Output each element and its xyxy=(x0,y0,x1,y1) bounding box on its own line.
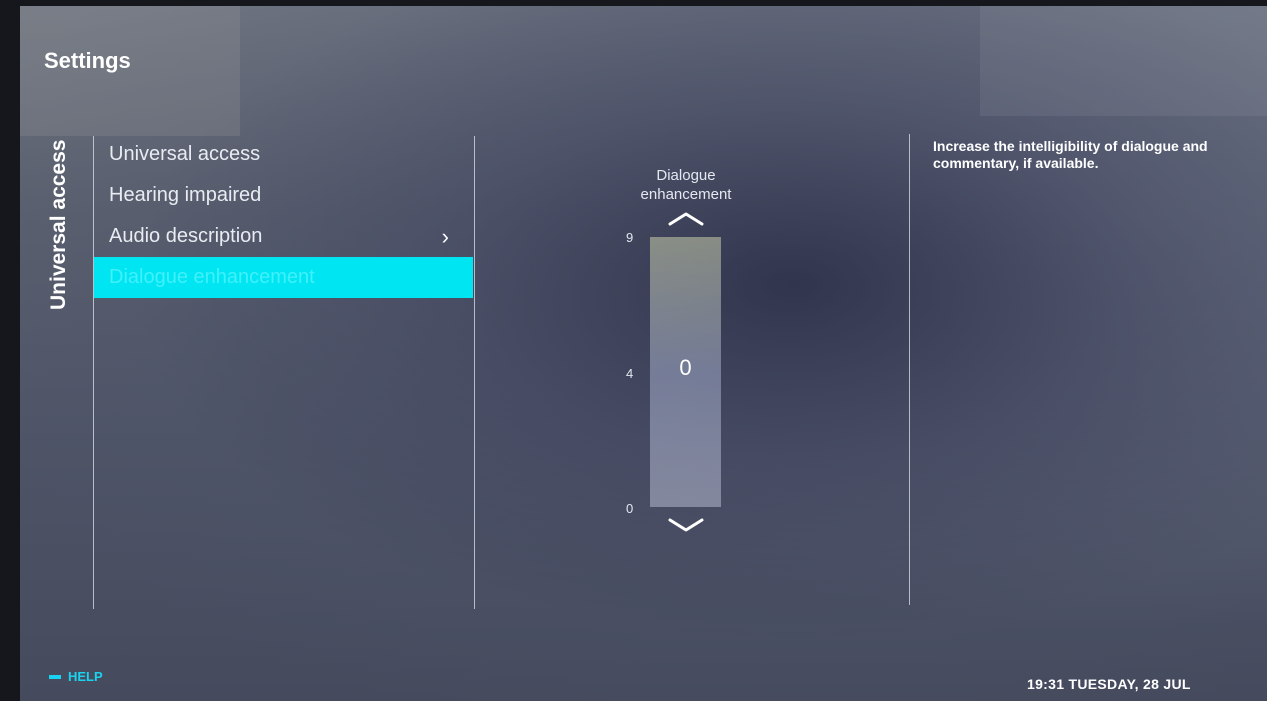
slider-value: 0 xyxy=(679,355,692,380)
menu-item-label: Universal access xyxy=(109,143,261,165)
slider-mid-label: 4 xyxy=(626,366,634,381)
background-blur-right xyxy=(980,6,1267,116)
menu-item-hearing-impaired[interactable]: Hearing impaired xyxy=(94,175,473,216)
description-text: Increase the intelligibility of dialogue… xyxy=(933,138,1208,171)
slider-max-label: 9 xyxy=(626,230,634,245)
menu-item-dialogue-enhancement[interactable]: Dialogue enhancement xyxy=(94,257,473,298)
chevron-down-icon[interactable] xyxy=(668,516,704,534)
chevron-right-icon: › xyxy=(441,224,449,249)
chevron-up-icon[interactable] xyxy=(668,210,704,228)
tv-screen xyxy=(20,6,1267,701)
slider-title: Dialogue enhancement xyxy=(640,167,732,203)
clock: 19:31 TUESDAY, 28 JUL xyxy=(1027,676,1191,692)
menu-item-label: Hearing impaired xyxy=(109,184,262,206)
slider-min-label: 0 xyxy=(626,501,634,516)
menu-item-audio-description[interactable]: Audio description › xyxy=(94,216,473,257)
divider-middle xyxy=(474,136,475,609)
menu-item-label: Dialogue enhancement xyxy=(109,266,315,288)
help-label: HELP xyxy=(68,669,103,684)
section-label: Universal access xyxy=(47,139,70,310)
page-title: Settings xyxy=(44,48,131,73)
help-button[interactable]: HELP xyxy=(49,669,103,684)
settings-menu: Universal access Hearing impaired Audio … xyxy=(94,134,473,298)
color-key-icon xyxy=(49,674,61,679)
menu-item-label: Audio description xyxy=(109,225,263,247)
divider-right xyxy=(909,134,910,605)
menu-item-universal-access[interactable]: Universal access xyxy=(94,134,473,175)
